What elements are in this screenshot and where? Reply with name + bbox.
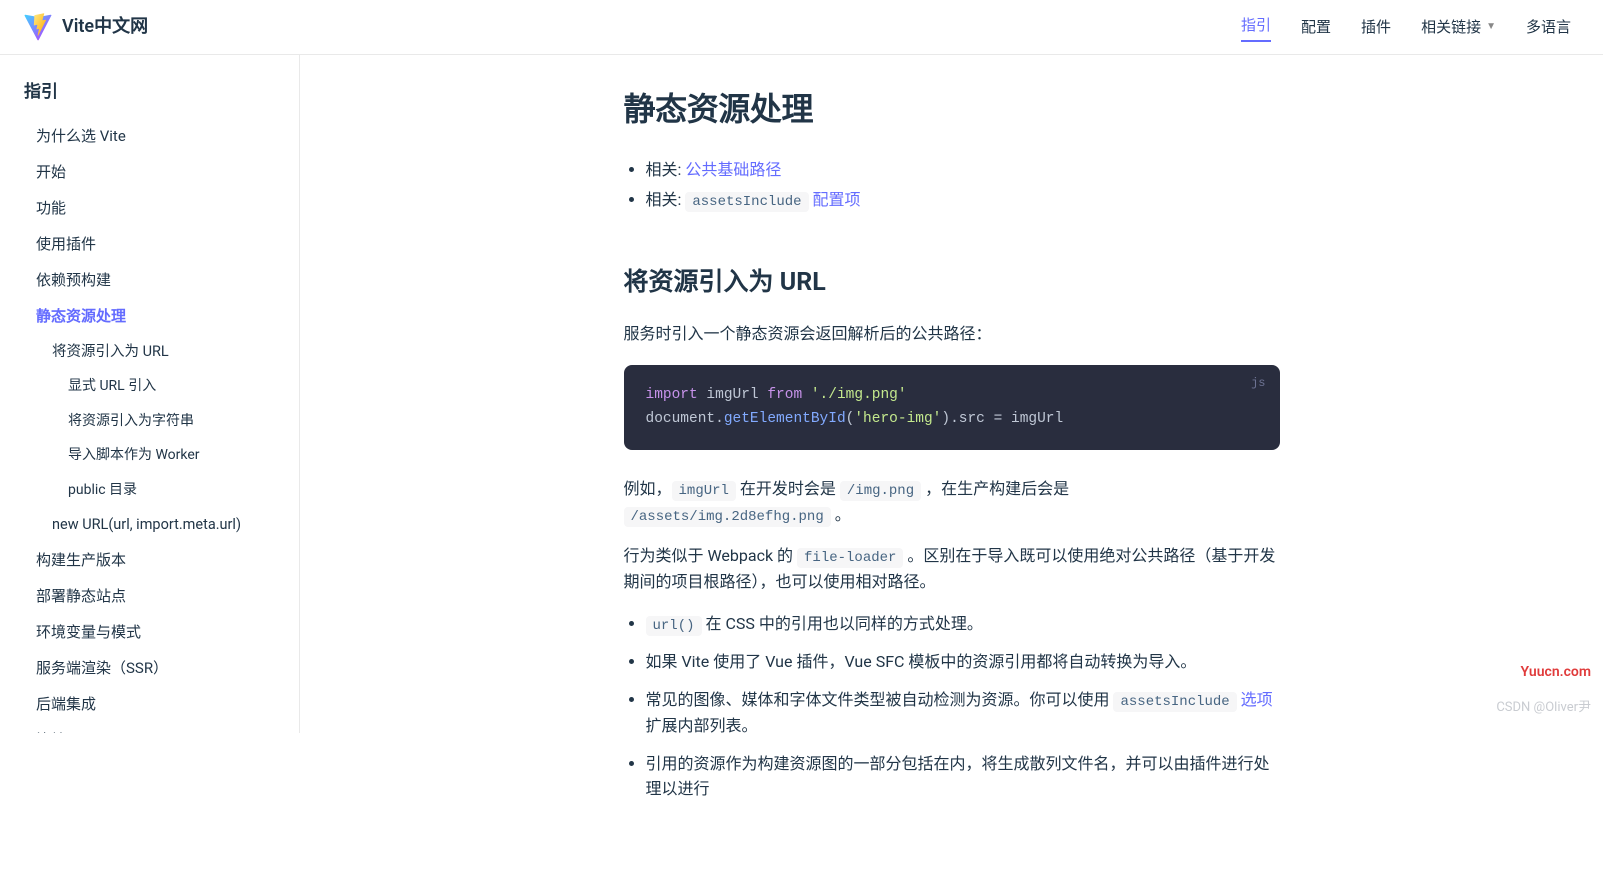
watermark-csdn: CSDN @Oliver尹 xyxy=(1496,698,1591,719)
sidebar-item-start[interactable]: 开始 xyxy=(0,154,299,190)
chevron-down-icon: ▼ xyxy=(1486,19,1496,35)
sidebar-item-build-prod[interactable]: 构建生产版本 xyxy=(0,542,299,578)
site-title: Vite中文网 xyxy=(62,13,148,42)
paragraph-webpack: 行为类似于 Webpack 的 file-loader 。区别在于导入既可以使用… xyxy=(624,543,1280,595)
watermark-yuucn: Yuucn.com xyxy=(1521,661,1591,683)
sidebar-item-public-dir[interactable]: public 目录 xyxy=(0,473,299,507)
nav-guide[interactable]: 指引 xyxy=(1241,13,1271,42)
sidebar: 指引 为什么选 Vite 开始 功能 使用插件 依赖预构建 静态资源处理 将资源… xyxy=(0,55,300,733)
topbar: Vite中文网 指引 配置 插件 相关链接▼ 多语言 xyxy=(0,0,1603,55)
related-item: 相关: assetsInclude 配置项 xyxy=(646,187,1280,213)
sidebar-item-static-assets[interactable]: 静态资源处理 xyxy=(0,298,299,334)
link-assets-include[interactable]: assetsInclude 配置项 xyxy=(685,190,860,209)
sidebar-item-deploy-static[interactable]: 部署静态站点 xyxy=(0,578,299,614)
content: 静态资源处理 相关: 公共基础路径 相关: assetsInclude 配置项 … xyxy=(300,0,1603,873)
link-assets-include-option[interactable]: assetsInclude 选项 xyxy=(1113,690,1272,709)
sidebar-item-import-string[interactable]: 将资源引入为字符串 xyxy=(0,404,299,438)
list-item: 常见的图像、媒体和字体文件类型被自动检测为资源。你可以使用 assetsIncl… xyxy=(646,687,1280,739)
logo-link[interactable]: Vite中文网 xyxy=(24,13,148,42)
sidebar-item-backend[interactable]: 后端集成 xyxy=(0,686,299,722)
sidebar-item-dep-prebundle[interactable]: 依赖预构建 xyxy=(0,262,299,298)
vite-logo-icon xyxy=(24,13,52,41)
sidebar-title: 指引 xyxy=(0,79,299,118)
list-item: 如果 Vite 使用了 Vue 插件，Vue SFC 模板中的资源引用都将自动转… xyxy=(646,649,1280,675)
sidebar-item-use-plugins[interactable]: 使用插件 xyxy=(0,226,299,262)
sidebar-item-new-url[interactable]: new URL(url, import.meta.url) xyxy=(0,507,299,542)
sidebar-item-compare[interactable]: 比较 xyxy=(0,722,299,733)
related-item: 相关: 公共基础路径 xyxy=(646,157,1280,183)
list-item: 引用的资源作为构建资源图的一部分包括在内，将生成散列文件名，并可以由插件进行处理… xyxy=(646,751,1280,802)
nav-plugins[interactable]: 插件 xyxy=(1361,15,1391,39)
sidebar-item-ssr[interactable]: 服务端渲染（SSR） xyxy=(0,650,299,686)
code-lang-badge: js xyxy=(1251,373,1265,393)
section-heading: 将资源引入为 URL xyxy=(624,257,1280,303)
sidebar-item-import-worker[interactable]: 导入脚本作为 Worker xyxy=(0,438,299,472)
related-list: 相关: 公共基础路径 相关: assetsInclude 配置项 xyxy=(624,157,1280,213)
sidebar-item-why[interactable]: 为什么选 Vite xyxy=(0,118,299,154)
link-public-base-path[interactable]: 公共基础路径 xyxy=(685,160,781,179)
sidebar-item-features[interactable]: 功能 xyxy=(0,190,299,226)
bullet-list: url() 在 CSS 中的引用也以同样的方式处理。 如果 Vite 使用了 V… xyxy=(624,611,1280,802)
nav-language[interactable]: 多语言 xyxy=(1526,15,1571,39)
page-title: 静态资源处理 xyxy=(624,84,1280,135)
nav-config[interactable]: 配置 xyxy=(1301,15,1331,39)
sidebar-item-env-mode[interactable]: 环境变量与模式 xyxy=(0,614,299,650)
top-nav: 指引 配置 插件 相关链接▼ 多语言 xyxy=(1241,13,1571,42)
sidebar-item-explicit-url[interactable]: 显式 URL 引入 xyxy=(0,369,299,403)
list-item: url() 在 CSS 中的引用也以同样的方式处理。 xyxy=(646,611,1280,637)
paragraph-intro: 服务时引入一个静态资源会返回解析后的公共路径： xyxy=(624,321,1280,347)
paragraph-example: 例如，imgUrl 在开发时会是 /img.png ，在生产构建后会是 /ass… xyxy=(624,476,1280,529)
nav-related-links[interactable]: 相关链接▼ xyxy=(1421,15,1496,39)
sidebar-item-import-url[interactable]: 将资源引入为 URL xyxy=(0,334,299,369)
code-block: jsimport imgUrl from './img.png' documen… xyxy=(624,365,1280,450)
